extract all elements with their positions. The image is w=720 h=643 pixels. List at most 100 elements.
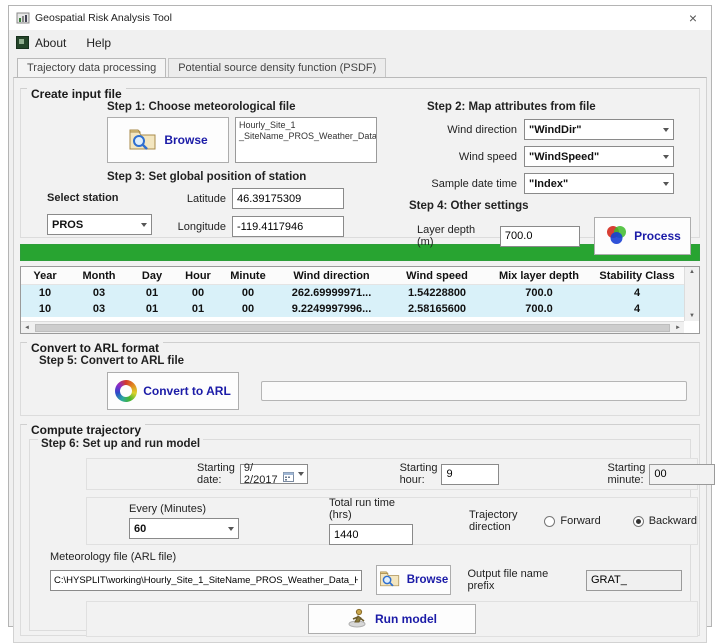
starting-minute-field[interactable] — [649, 464, 715, 485]
close-button[interactable]: × — [675, 6, 711, 30]
backward-radio[interactable]: Backward — [633, 515, 697, 527]
tab-psdf[interactable]: Potential source density function (PSDF) — [168, 58, 386, 77]
col-day[interactable]: Day — [129, 267, 175, 284]
chevron-down-icon — [141, 223, 147, 227]
convert-to-arl-label: Convert to ARL — [143, 384, 231, 398]
met-csv-file-line1: Hourly_Site_1 — [239, 120, 373, 131]
longitude-field[interactable] — [232, 216, 344, 237]
run-model-button[interactable]: Run model — [308, 604, 476, 634]
meteorology-file-area: Meteorology file (ARL file) Browse Outpu… — [50, 551, 682, 595]
ring-center — [120, 385, 132, 397]
layer-depth-label: Layer depth (m) — [417, 224, 494, 248]
step6-title: Step 6: Set up and run model — [38, 438, 203, 450]
table-horizontal-scrollbar[interactable]: ◄ ► — [21, 321, 684, 333]
calendar-icon — [283, 469, 294, 480]
trajectory-direction-label: Trajectory direction — [469, 509, 526, 533]
met-file-field[interactable] — [50, 570, 362, 591]
tab-content: Create input file Step 1: Choose meteoro… — [13, 77, 707, 643]
sample-date-time-select[interactable]: "Index" — [524, 173, 674, 194]
runner-icon — [347, 608, 369, 631]
col-minute[interactable]: Minute — [221, 267, 275, 284]
cell: 00 — [175, 285, 221, 301]
station-value: PROS — [52, 219, 83, 231]
every-minutes-select[interactable]: 60 — [129, 518, 239, 539]
create-input-file-title: Create input file — [27, 88, 126, 100]
backward-label: Backward — [649, 515, 697, 527]
cell: 700.0 — [486, 285, 592, 301]
col-year[interactable]: Year — [21, 267, 69, 284]
cell: 01 — [129, 285, 175, 301]
run-model-label: Run model — [375, 612, 437, 626]
folder-search-icon — [379, 569, 401, 591]
scroll-up-icon[interactable]: ▲ — [686, 267, 698, 277]
cell: 01 — [175, 301, 221, 317]
forward-label: Forward — [560, 515, 600, 527]
every-minutes-value: 60 — [134, 523, 146, 535]
step5-title: Step 5: Convert to ARL file — [39, 355, 691, 367]
cell: 9.2249997996... — [275, 301, 388, 317]
latitude-label: Latitude — [164, 193, 226, 205]
total-run-time-label: Total run time (hrs) — [329, 497, 413, 521]
col-mix-layer-depth[interactable]: Mix layer depth — [486, 267, 592, 284]
col-hour[interactable]: Hour — [175, 267, 221, 284]
col-stability-class[interactable]: Stability Class — [592, 267, 682, 284]
wind-speed-value: "WindSpeed" — [529, 151, 599, 163]
tab-trajectory-data-processing[interactable]: Trajectory data processing — [17, 58, 166, 78]
rgb-circles-icon — [604, 224, 628, 249]
wind-direction-select[interactable]: "WindDir" — [524, 119, 674, 140]
about-menu-icon — [16, 36, 29, 49]
starting-date-picker[interactable]: 9/ 2/2017 — [240, 464, 308, 484]
cell: 262.69999971... — [275, 285, 388, 301]
process-label: Process — [634, 229, 681, 243]
sample-date-time-label: Sample date time — [409, 178, 517, 190]
cell: 10 — [21, 301, 69, 317]
total-run-time-field[interactable] — [329, 524, 413, 545]
cell: 03 — [69, 285, 129, 301]
step4-title: Step 4: Other settings — [409, 200, 691, 212]
cell: 01 — [129, 301, 175, 317]
output-prefix-field[interactable] — [586, 570, 682, 591]
met-csv-file-display: Hourly_Site_1 _SiteName_PROS_Weather_Dat… — [235, 117, 377, 163]
run-settings-panel: Every (Minutes) 60 Total run time (hrs) … — [86, 497, 698, 545]
app-window: Geospatial Risk Analysis Tool × About He… — [8, 5, 712, 627]
table-row[interactable]: 10 03 01 00 00 262.69999971... 1.5422880… — [21, 285, 699, 301]
latitude-field[interactable] — [232, 188, 344, 209]
cell: 2.58165600 — [388, 301, 486, 317]
col-month[interactable]: Month — [69, 267, 129, 284]
convert-progress-bar — [261, 381, 687, 401]
col-wind-direction[interactable]: Wind direction — [275, 267, 388, 284]
scroll-down-icon[interactable]: ▼ — [686, 311, 698, 321]
scrollbar-thumb[interactable] — [35, 324, 670, 332]
col-wind-speed[interactable]: Wind speed — [388, 267, 486, 284]
every-minutes-label: Every (Minutes) — [129, 503, 239, 515]
chevron-down-icon — [228, 527, 234, 531]
compute-trajectory-group: Compute trajectory Step 6: Set up and ru… — [20, 424, 700, 636]
table-row[interactable]: 10 03 01 01 00 9.2249997996... 2.5816560… — [21, 301, 699, 317]
process-button[interactable]: Process — [594, 217, 691, 255]
chevron-down-icon — [663, 128, 669, 132]
scroll-left-icon[interactable]: ◄ — [21, 323, 33, 333]
scroll-right-icon[interactable]: ► — [672, 323, 684, 333]
wind-speed-select[interactable]: "WindSpeed" — [524, 146, 674, 167]
station-select[interactable]: PROS — [47, 214, 152, 235]
forward-radio[interactable]: Forward — [544, 515, 600, 527]
step6-group: Step 6: Set up and run model Starting da… — [29, 439, 691, 631]
convert-arl-title: Convert to ARL format — [27, 342, 163, 354]
menu-help[interactable]: Help — [84, 33, 119, 53]
layer-depth-field[interactable] — [500, 226, 580, 247]
radio-selected-icon — [633, 516, 644, 527]
close-icon: × — [689, 10, 697, 26]
chevron-down-icon — [298, 472, 304, 476]
select-station-label: Select station — [47, 192, 119, 204]
cell: 03 — [69, 301, 129, 317]
starting-minute-label: Starting minute: — [607, 462, 645, 486]
convert-to-arl-button[interactable]: Convert to ARL — [107, 372, 239, 410]
create-input-file-group: Create input file Step 1: Choose meteoro… — [20, 88, 700, 238]
starting-hour-field[interactable] — [441, 464, 499, 485]
title-bar: Geospatial Risk Analysis Tool × — [9, 6, 711, 30]
table-vertical-scrollbar[interactable]: ▲ ▼ — [684, 267, 699, 321]
menu-about[interactable]: About — [33, 33, 74, 53]
cell: 4 — [592, 301, 682, 317]
browse-met-csv-button[interactable]: Browse — [107, 117, 229, 163]
browse-arl-file-button[interactable]: Browse — [376, 565, 452, 595]
